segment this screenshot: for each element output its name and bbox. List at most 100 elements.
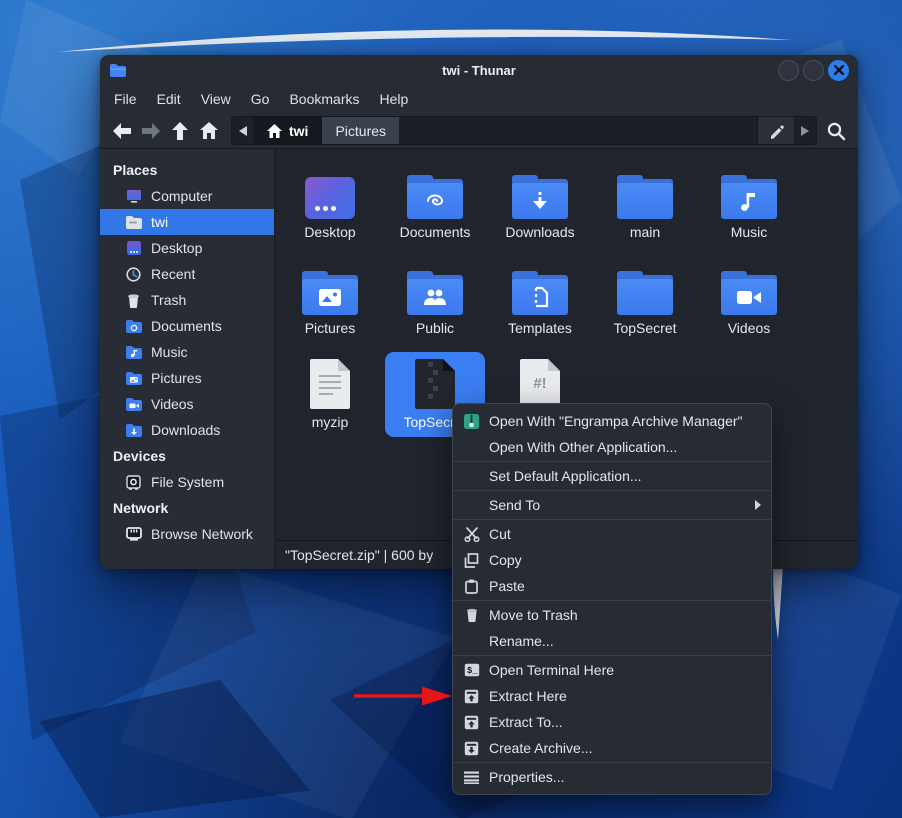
sidebar-item-label: Trash xyxy=(151,292,186,308)
home-icon xyxy=(199,121,219,140)
file-label: Templates xyxy=(490,320,590,336)
menu-view[interactable]: View xyxy=(191,88,241,110)
forward-icon xyxy=(140,121,162,141)
file-label: Pictures xyxy=(280,320,380,336)
forward-button[interactable] xyxy=(138,118,164,144)
menu-item-label: Properties... xyxy=(489,769,564,785)
sidebar-header-devices: Devices xyxy=(100,443,274,469)
close-button[interactable] xyxy=(828,60,849,81)
recent-icon xyxy=(125,266,142,283)
desktop: twi - Thunar File Edit View Go Bookmarks… xyxy=(0,0,902,818)
menu-item-properties[interactable]: Properties... xyxy=(453,764,771,790)
folder-downloads-icon xyxy=(125,422,142,439)
extract-icon xyxy=(463,714,480,731)
search-button[interactable] xyxy=(823,118,849,144)
menu-item-paste[interactable]: Paste xyxy=(453,573,771,599)
file-tile-desktop[interactable]: Desktop xyxy=(280,167,380,240)
path-bar: twi Pictures xyxy=(231,116,817,145)
folder-pictures-icon xyxy=(125,370,142,387)
menu-help[interactable]: Help xyxy=(370,88,419,110)
file-tile-videos[interactable]: Videos xyxy=(699,263,799,336)
menu-item-open-terminal-here[interactable]: $_ Open Terminal Here xyxy=(453,657,771,683)
sidebar-item-downloads[interactable]: Downloads xyxy=(100,417,274,443)
back-button[interactable] xyxy=(109,118,135,144)
up-icon xyxy=(170,121,190,141)
file-tile-documents[interactable]: Documents xyxy=(385,167,485,240)
menu-bookmarks[interactable]: Bookmarks xyxy=(279,88,369,110)
edit-path-icon xyxy=(768,123,784,139)
menu-go[interactable]: Go xyxy=(241,88,280,110)
folder-templates-icon xyxy=(512,271,568,315)
trash-icon xyxy=(463,607,480,624)
create-archive-icon xyxy=(463,740,480,757)
annotation-arrow xyxy=(350,684,454,708)
sidebar: Places Computer twi xyxy=(100,149,275,569)
path-segment-pictures[interactable]: Pictures xyxy=(322,117,399,144)
search-icon xyxy=(826,121,846,141)
sidebar-item-twi[interactable]: twi xyxy=(100,209,274,235)
sidebar-item-trash[interactable]: Trash xyxy=(100,287,274,313)
home-button[interactable] xyxy=(196,118,222,144)
menu-item-label: Send To xyxy=(489,497,540,513)
close-icon xyxy=(834,65,844,75)
file-tile-topsecret-folder[interactable]: TopSecret xyxy=(595,263,695,336)
file-tile-music[interactable]: Music xyxy=(699,167,799,240)
sidebar-item-documents[interactable]: Documents xyxy=(100,313,274,339)
file-tile-main[interactable]: main xyxy=(595,167,695,240)
up-button[interactable] xyxy=(167,118,193,144)
menu-item-move-to-trash[interactable]: Move to Trash xyxy=(453,602,771,628)
path-segment-home[interactable]: twi xyxy=(254,117,322,144)
sidebar-item-label: File System xyxy=(151,474,224,490)
menu-item-open-with-other[interactable]: Open With Other Application... xyxy=(453,434,771,460)
chevron-left-icon xyxy=(239,126,247,136)
file-tile-public[interactable]: Public xyxy=(385,263,485,336)
zip-file-icon xyxy=(415,359,455,409)
menu-item-label: Move to Trash xyxy=(489,607,578,623)
menu-item-label: Open With "Engrampa Archive Manager" xyxy=(489,413,743,429)
sidebar-item-computer[interactable]: Computer xyxy=(100,183,274,209)
sidebar-item-pictures[interactable]: Pictures xyxy=(100,365,274,391)
menu-separator xyxy=(453,519,771,520)
menu-item-extract-to[interactable]: Extract To... xyxy=(453,709,771,735)
sidebar-item-music[interactable]: Music xyxy=(100,339,274,365)
context-menu: Open With "Engrampa Archive Manager" Ope… xyxy=(452,403,772,795)
computer-icon xyxy=(125,188,142,205)
file-label: Music xyxy=(699,224,799,240)
file-tile-downloads[interactable]: Downloads xyxy=(490,167,590,240)
sidebar-item-file-system[interactable]: File System xyxy=(100,469,274,495)
file-tile-templates[interactable]: Templates xyxy=(490,263,590,336)
file-tile-myzip[interactable]: myzip xyxy=(280,357,380,430)
menu-item-rename[interactable]: Rename... xyxy=(453,628,771,654)
file-tile-pictures[interactable]: Pictures xyxy=(280,263,380,336)
wallpaper-facet xyxy=(40,680,340,818)
menu-item-label: Cut xyxy=(489,526,511,542)
edit-path-button[interactable] xyxy=(757,117,794,144)
menu-item-send-to[interactable]: Send To xyxy=(453,492,771,518)
folder-public-icon xyxy=(407,271,463,315)
menu-bar: File Edit View Go Bookmarks Help xyxy=(100,85,858,113)
terminal-icon: $_ xyxy=(463,662,480,679)
sidebar-item-browse-network[interactable]: Browse Network xyxy=(100,521,274,547)
path-scroll-left-button[interactable] xyxy=(232,117,254,144)
toolbar: twi Pictures xyxy=(100,113,858,149)
menu-edit[interactable]: Edit xyxy=(147,88,191,110)
path-empty-area[interactable] xyxy=(399,117,757,144)
maximize-button[interactable] xyxy=(803,60,824,81)
menu-item-cut[interactable]: Cut xyxy=(453,521,771,547)
menu-item-extract-here[interactable]: Extract Here xyxy=(453,683,771,709)
menu-file[interactable]: File xyxy=(104,88,147,110)
menu-separator xyxy=(453,762,771,763)
minimize-button[interactable] xyxy=(778,60,799,81)
folder-icon xyxy=(617,271,673,315)
path-scroll-right-button[interactable] xyxy=(794,117,816,144)
sidebar-item-recent[interactable]: Recent xyxy=(100,261,274,287)
sidebar-item-desktop[interactable]: Desktop xyxy=(100,235,274,261)
window-titlebar[interactable]: twi - Thunar xyxy=(100,55,858,85)
menu-item-open-with-engrampa[interactable]: Open With "Engrampa Archive Manager" xyxy=(453,408,771,434)
menu-item-copy[interactable]: Copy xyxy=(453,547,771,573)
file-label: Public xyxy=(385,320,485,336)
menu-item-label: Paste xyxy=(489,578,525,594)
sidebar-item-videos[interactable]: Videos xyxy=(100,391,274,417)
menu-item-create-archive[interactable]: Create Archive... xyxy=(453,735,771,761)
menu-item-set-default-application[interactable]: Set Default Application... xyxy=(453,463,771,489)
